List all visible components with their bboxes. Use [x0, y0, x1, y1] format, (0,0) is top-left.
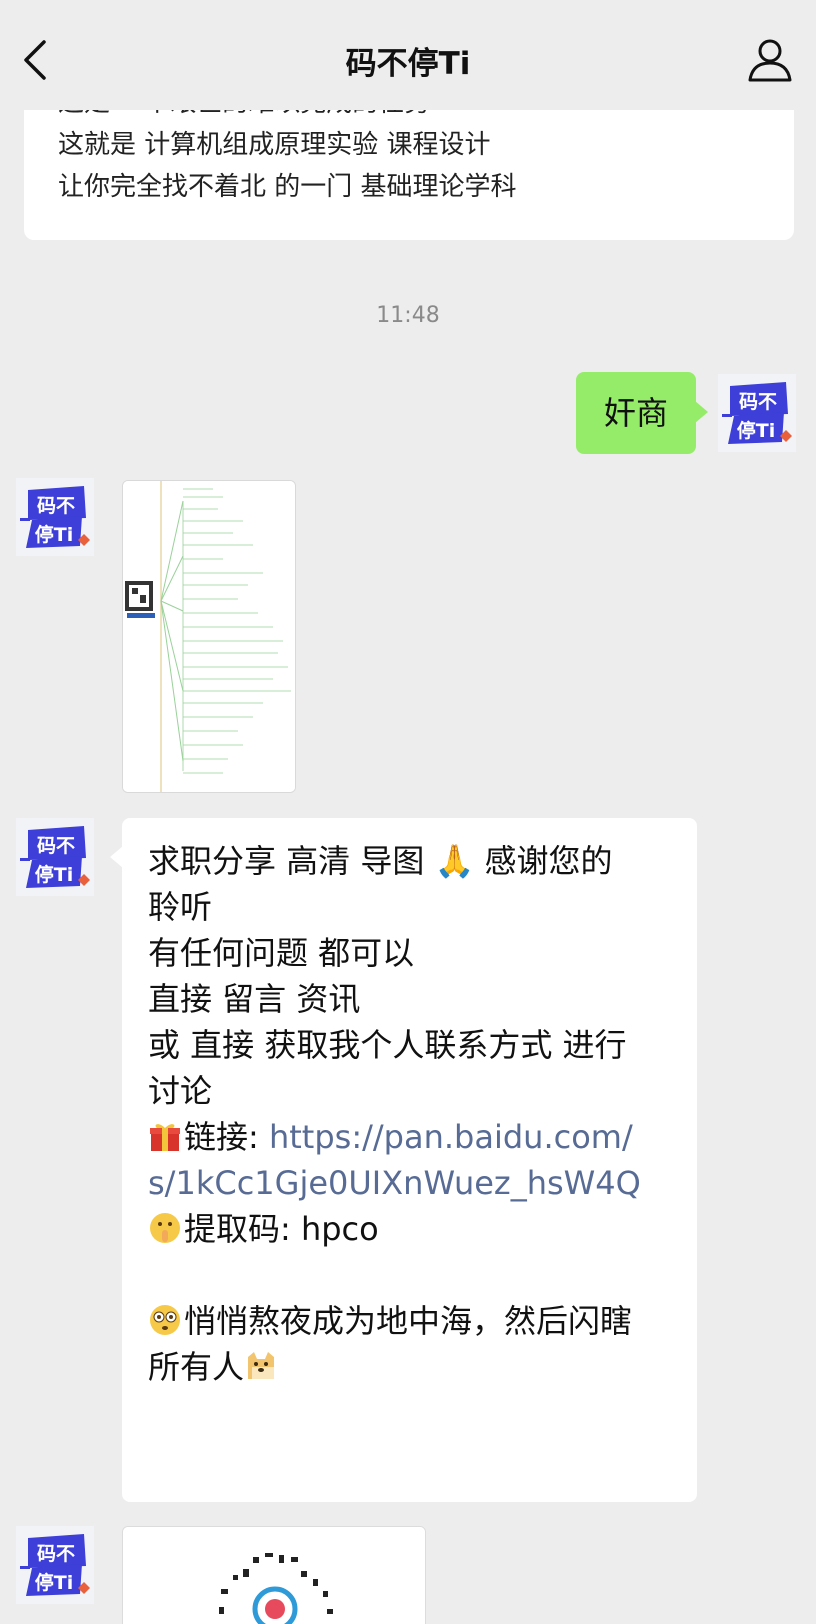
message-line: 让你完全找不着北 的一门 基础理论学科: [58, 172, 517, 202]
message-line: 悄悄熬夜成为地中海，然后闪瞎: [148, 1298, 673, 1344]
link-line: 链接: https://pan.baidu.com/: [148, 1114, 673, 1160]
baidu-pan-link[interactable]: s/1kCc1Gje0UIXnWuez_hsW4Q: [148, 1160, 673, 1206]
shush-face-icon: [150, 1213, 180, 1243]
code-line: 提取码: hpco: [148, 1206, 673, 1252]
svg-text:码不: 码不: [37, 1543, 75, 1565]
message-timestamp: 11:48: [376, 303, 440, 328]
message-bubble-previous[interactable]: 这是 一个艰巨的难以完成的任务 这就是 计算机组成原理实验 课程设计 让你完全找…: [24, 100, 794, 240]
doge-icon: [248, 1352, 275, 1379]
incoming-message-bubble[interactable]: 求职分享 高清 导图 🙏 感谢您的 聆听 有任何问题 都可以 直接 留言 资讯 …: [110, 818, 697, 1502]
message-line: 聆听: [148, 888, 213, 926]
message-line: 讨论: [148, 1072, 213, 1110]
svg-text:停Ti: 停Ti: [35, 1571, 73, 1594]
sender-avatar[interactable]: 码不 停Ti: [16, 478, 94, 556]
mindmap-thumbnail: [123, 481, 295, 792]
message-line: 有任何问题 都可以: [148, 934, 415, 972]
chat-header: 码不停Ti: [0, 0, 816, 110]
flushed-face-icon: [150, 1305, 180, 1335]
avatar-logo-icon: 码不 停Ti: [16, 478, 94, 556]
message-line: 求职分享 高清 导图 🙏 感谢您的: [148, 842, 613, 880]
person-icon[interactable]: [746, 36, 794, 84]
message-line: 直接 留言 资讯: [148, 980, 361, 1018]
avatar-logo-icon: 码不 停Ti: [16, 1526, 94, 1604]
baidu-pan-link[interactable]: https://pan.baidu.com/: [269, 1118, 633, 1156]
self-avatar[interactable]: 码不 停Ti: [718, 374, 796, 452]
svg-text:码不: 码不: [37, 495, 75, 517]
qr-code-image: [123, 1527, 425, 1624]
mindmap-image-message[interactable]: [122, 480, 296, 793]
message-line: 这就是 计算机组成原理实验 课程设计: [58, 130, 491, 160]
svg-text:停Ti: 停Ti: [35, 863, 73, 886]
outgoing-message-bubble[interactable]: 奸商: [576, 372, 708, 454]
chat-title: 码不停Ti: [345, 46, 471, 82]
svg-text:停Ti: 停Ti: [737, 419, 775, 442]
avatar-logo-icon: 码不 停Ti: [16, 818, 94, 896]
message-line: 所有人: [148, 1344, 673, 1390]
link-label: 链接:: [184, 1118, 269, 1156]
message-line: 或 直接 获取我个人联系方式 进行: [148, 1026, 627, 1064]
svg-text:码不: 码不: [739, 391, 777, 413]
svg-text:码不: 码不: [37, 835, 75, 857]
qr-code-image-message[interactable]: [122, 1526, 426, 1624]
avatar-logo-icon: 码不 停Ti: [718, 374, 796, 452]
sender-avatar[interactable]: 码不 停Ti: [16, 818, 94, 896]
gift-icon: [150, 1124, 180, 1151]
sender-avatar[interactable]: 码不 停Ti: [16, 1526, 94, 1604]
svg-text:停Ti: 停Ti: [35, 523, 73, 546]
extraction-code: 提取码: hpco: [184, 1210, 379, 1248]
